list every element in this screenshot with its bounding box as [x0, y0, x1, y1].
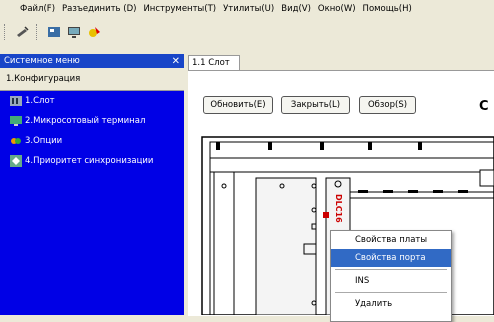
context-item-ins[interactable]: INS [331, 272, 451, 290]
close-button[interactable]: Закрыть(L) [281, 96, 350, 114]
menu-disconnect[interactable]: Разъединить (D) [62, 4, 136, 14]
refresh-button[interactable]: Обновить(E) [203, 96, 273, 114]
menu-window[interactable]: Окно(W) [318, 4, 356, 14]
card-label[interactable]: DLC16 [334, 194, 343, 223]
menu-view[interactable]: Вид(V) [281, 4, 311, 14]
sidebar-item-label: 2.Микросотовый терминал [25, 116, 146, 126]
options-icon [11, 138, 21, 144]
connect-icon[interactable] [14, 24, 30, 40]
context-item-port-properties[interactable]: Свойства порта [331, 249, 451, 267]
alarm-icon[interactable] [86, 24, 102, 40]
toolbar [0, 20, 494, 44]
sidebar-item-label: 4.Приоритет синхронизации [25, 156, 154, 166]
sidebar-item-slot[interactable]: 1.Слот [0, 91, 184, 111]
context-menu: Свойства платы Свойства порта INS Удалит… [330, 230, 452, 322]
menu-file[interactable]: Файл(F) [20, 4, 55, 14]
sidebar-item-terminal[interactable]: 2.Микросотовый терминал [0, 111, 184, 131]
toolbar-grip-2[interactable] [36, 24, 40, 40]
context-item-card-properties[interactable]: Свойства платы [331, 231, 451, 249]
close-icon[interactable]: ✕ [172, 56, 180, 67]
sidebar-section-title[interactable]: 1.Конфигурация [0, 68, 184, 91]
menu-help[interactable]: Помощь(H) [363, 4, 412, 14]
context-separator [335, 292, 447, 293]
menu-utilities[interactable]: Утилиты(U) [223, 4, 274, 14]
tab-slot[interactable]: 1.1 Слот [188, 55, 240, 70]
menu-tools[interactable]: Инструменты(T) [143, 4, 216, 14]
slot-icon [10, 96, 22, 106]
sidebar-item-label: 3.Опции [25, 136, 63, 146]
sidebar-item-sync[interactable]: 4.Приоритет синхронизации [0, 151, 184, 171]
terminal-icon [10, 116, 22, 126]
monitor-icon[interactable] [66, 24, 82, 40]
context-separator [335, 269, 447, 270]
sidebar-panel: 1.Конфигурация 1.Слот 2.Микросотовый тер… [0, 68, 184, 315]
sidebar-header: Системное меню ✕ [0, 54, 184, 68]
sync-icon [10, 155, 22, 167]
card-icon[interactable] [46, 24, 62, 40]
toolbar-grip[interactable] [4, 24, 8, 40]
context-item-delete[interactable]: Удалить [331, 295, 451, 313]
menu-bar: Файл(F) Разъединить (D) Инструменты(T) У… [0, 0, 494, 18]
sidebar-item-options[interactable]: 3.Опции [0, 131, 184, 151]
header-partial: С [479, 99, 489, 114]
browse-button[interactable]: Обзор(S) [359, 96, 416, 114]
sidebar-header-title: Системное меню [4, 56, 80, 66]
sidebar-item-label: 1.Слот [25, 96, 55, 106]
